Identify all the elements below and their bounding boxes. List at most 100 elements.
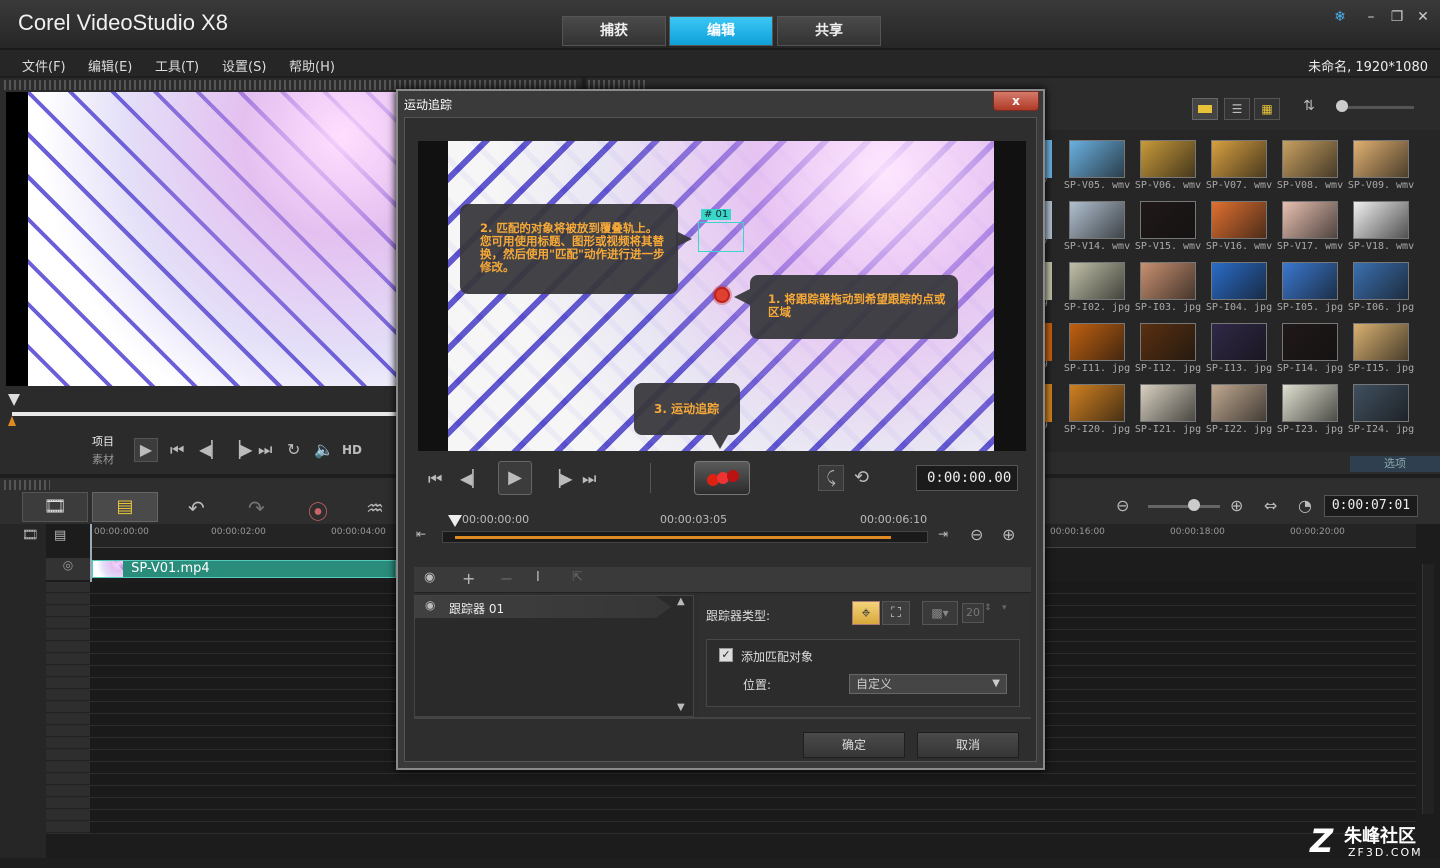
track-to-point-icon[interactable]: ⤹ (818, 465, 844, 491)
volume-icon[interactable]: 🔈 (314, 440, 334, 459)
snowflake-icon[interactable]: ❄ (1331, 8, 1349, 26)
library-item[interactable]: SP-I06. jpg (1346, 260, 1416, 316)
track-header[interactable] (46, 786, 90, 797)
scrub-bar[interactable] (12, 412, 398, 416)
timeline-track[interactable] (46, 810, 1416, 822)
storyboard-view-icon[interactable]: 🎞 (22, 492, 88, 522)
track-manager-icon[interactable]: ▤ (54, 528, 66, 543)
home-icon[interactable]: ⏮ (170, 440, 184, 460)
menu-help[interactable]: 帮助(H) (289, 56, 335, 75)
point-tracker-icon[interactable]: ⌖ (852, 601, 880, 625)
timeline-track[interactable] (46, 798, 1416, 810)
track-header[interactable] (46, 642, 90, 653)
play-icon[interactable]: ▶ (134, 438, 158, 462)
timeline-view-icon[interactable]: ▤ (92, 492, 158, 522)
prev-frame-icon[interactable]: ◀▏ (199, 440, 224, 459)
remove-tracker-icon[interactable]: − (500, 569, 513, 588)
library-item[interactable]: SP-I04. jpg (1204, 260, 1274, 316)
dialog-trim-bar[interactable] (442, 531, 928, 543)
tracker-target-icon[interactable] (714, 287, 730, 303)
dlg-prev-frame-icon[interactable]: ◀▏ (460, 469, 485, 488)
mark-out-icon[interactable]: ⇥ (938, 527, 948, 541)
library-item[interactable]: SP-I05. jpg (1275, 260, 1345, 316)
library-item[interactable]: SP-V16. wmv (1204, 199, 1274, 255)
motion-track-button[interactable] (694, 461, 750, 495)
minimize-icon[interactable]: – (1362, 8, 1380, 26)
library-item[interactable]: SP-V05. wmv (1062, 138, 1132, 194)
size-value[interactable]: 20 (962, 603, 984, 623)
dialog-close-button[interactable]: x (993, 91, 1039, 111)
track-header[interactable] (46, 618, 90, 629)
track-header[interactable] (46, 714, 90, 725)
timeline-track[interactable] (46, 822, 1416, 834)
repeat-icon[interactable]: ↻ (287, 440, 300, 459)
menu-settings[interactable]: 设置(S) (222, 56, 266, 75)
dlg-home-icon[interactable]: ⏮ (428, 469, 442, 489)
view-large-icon[interactable] (1192, 98, 1218, 120)
library-item[interactable]: SP-V18. wmv (1346, 199, 1416, 255)
scroll-down-icon[interactable]: ▼ (677, 702, 685, 713)
library-item[interactable]: SP-I14. jpg (1275, 321, 1345, 377)
dlg-next-frame-icon[interactable]: ▕▶ (548, 469, 573, 488)
mode-clip[interactable]: 素材 (92, 451, 114, 467)
end-icon[interactable]: ⏭ (258, 440, 272, 460)
restore-icon[interactable]: ❐ (1388, 8, 1406, 26)
close-icon[interactable]: ✕ (1414, 8, 1432, 26)
video-track-icon[interactable]: 🎞 (22, 528, 39, 543)
library-item[interactable]: SP-I20. jpg (1062, 382, 1132, 438)
view-list-icon[interactable]: ☰ (1224, 98, 1250, 120)
library-item[interactable]: SP-V15. wmv (1133, 199, 1203, 255)
view-grid-icon[interactable]: ▦ (1254, 98, 1280, 120)
track-header[interactable] (46, 822, 90, 833)
mode-project[interactable]: 项目 (92, 433, 114, 449)
export-tracker-icon[interactable]: ⇱ (572, 570, 583, 585)
zoom-out-icon[interactable]: ⊖ (1116, 496, 1129, 515)
library-item[interactable]: SP-I02. jpg (1062, 260, 1132, 316)
ok-button[interactable]: 确定 (803, 732, 905, 758)
scroll-up-icon[interactable]: ▲ (677, 596, 685, 607)
track-header[interactable] (46, 678, 90, 689)
add-match-checkbox[interactable]: ✓ (719, 648, 733, 662)
timeline-timecode[interactable]: 0:00:07:01 (1324, 495, 1418, 517)
match-object-box[interactable] (698, 222, 744, 252)
dlg-zoom-in-icon[interactable]: ⊕ (1002, 525, 1015, 544)
zoom-in-icon[interactable]: ⊕ (1230, 496, 1243, 515)
track-header[interactable] (46, 654, 90, 665)
dialog-timecode[interactable]: 0:00:00.00 (916, 465, 1018, 491)
redo-icon[interactable]: ↷ (248, 496, 265, 520)
track-header[interactable] (46, 630, 90, 641)
zoom-slider[interactable] (1148, 505, 1220, 508)
track-header[interactable] (46, 606, 90, 617)
timeline-track[interactable] (46, 774, 1416, 786)
library-item[interactable]: SP-V06. wmv (1133, 138, 1203, 194)
library-item[interactable]: SP-I24. jpg (1346, 382, 1416, 438)
tab-capture[interactable]: 捕获 (562, 16, 666, 46)
tab-share[interactable]: 共享 (777, 16, 881, 46)
record-capture-icon[interactable]: ⦿ (308, 496, 328, 525)
track-header[interactable] (46, 726, 90, 737)
undo-icon[interactable]: ↶ (188, 496, 205, 520)
options-toggle[interactable]: 选项 (1350, 456, 1440, 472)
library-item[interactable]: SP-I03. jpg (1133, 260, 1203, 316)
scrubber-icon[interactable] (8, 394, 20, 406)
add-tracker-icon[interactable]: + (462, 569, 475, 588)
track-header[interactable] (46, 810, 90, 821)
library-item[interactable]: SP-I11. jpg (1062, 321, 1132, 377)
timeline-clip[interactable]: SP-V01.mp4 (92, 560, 396, 578)
track-header[interactable] (46, 666, 90, 677)
library-item[interactable]: SP-I15. jpg (1346, 321, 1416, 377)
tracker-list-item[interactable]: ◉ 跟踪器 01 (415, 596, 671, 618)
rename-tracker-icon[interactable]: Ⅰ (536, 570, 540, 585)
library-item[interactable]: SP-V09. wmv (1346, 138, 1416, 194)
fit-project-icon[interactable]: ⇔ (1264, 496, 1277, 515)
sort-icon[interactable]: ⇅ (1298, 98, 1320, 120)
track-header[interactable] (46, 702, 90, 713)
library-item[interactable]: SP-I12. jpg (1133, 321, 1203, 377)
audio-mix-icon[interactable]: ♒ (366, 496, 384, 520)
hd-label[interactable]: HD (342, 443, 362, 457)
duration-icon[interactable]: ◔ (1298, 496, 1312, 515)
tab-edit[interactable]: 编辑 (669, 16, 773, 46)
dlg-play-icon[interactable]: ▶ (498, 461, 532, 495)
trim-marker-icon[interactable] (8, 416, 16, 426)
track-header[interactable] (46, 750, 90, 761)
